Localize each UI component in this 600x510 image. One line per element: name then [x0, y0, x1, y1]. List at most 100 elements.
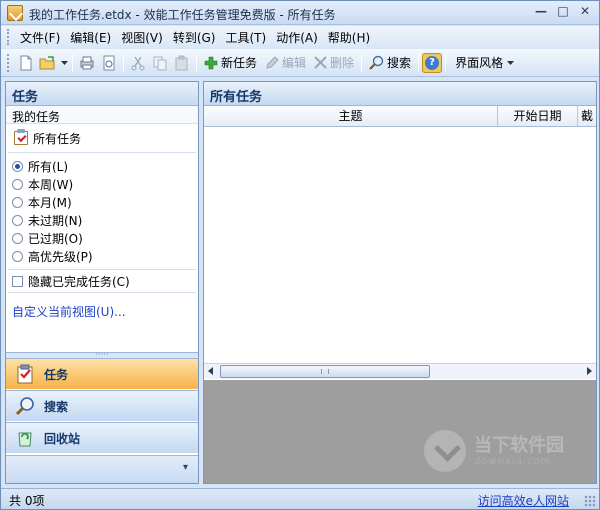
filter-label: 本月(M)	[28, 195, 72, 210]
filter-radio-all[interactable]	[12, 160, 23, 172]
new-task-button[interactable]: 新任务	[200, 52, 261, 74]
menu-edit[interactable]: 编辑(E)	[65, 27, 116, 48]
column-header-start-date[interactable]: 开始日期	[498, 106, 578, 126]
print-icon[interactable]	[76, 52, 98, 74]
new-task-label: 新任务	[221, 56, 258, 70]
nav-recycle-label: 回收站	[44, 431, 81, 446]
delete-button[interactable]: 删除	[310, 52, 358, 74]
filter-label: 高优先级(P)	[28, 249, 93, 264]
filter-label: 未过期(N)	[28, 213, 83, 228]
print-preview-icon[interactable]	[98, 52, 120, 74]
filter-label: 所有(L)	[28, 159, 69, 174]
ui-style-dropdown[interactable]: 界面风格	[449, 52, 520, 74]
add-icon	[204, 56, 218, 69]
hide-completed-option[interactable]: 隐藏已完成任务(C)	[6, 270, 198, 292]
close-button[interactable]: ✕	[575, 4, 595, 21]
copy-icon[interactable]	[149, 52, 171, 74]
column-header-subject[interactable]: 主题	[204, 106, 498, 126]
filter-option[interactable]: 本周(W)	[12, 175, 198, 193]
open-folder-icon[interactable]	[37, 52, 59, 74]
app-window: 我的工作任务.etdx - 效能工作任务管理免费版 - 所有任务 — □ ✕ 文…	[0, 0, 600, 510]
menu-actions[interactable]: 动作(A)	[271, 27, 323, 48]
filter-radio-high-priority[interactable]	[12, 250, 23, 262]
app-logo-icon	[7, 5, 23, 21]
filter-radio-group: 所有(L) 本周(W) 本月(M) 未过期(N) 已过期(O) 高优先级(P)	[6, 153, 198, 269]
scrollbar-thumb[interactable]	[220, 365, 430, 378]
window-title: 我的工作任务.etdx - 效能工作任务管理免费版 - 所有任务	[29, 8, 336, 22]
filter-radio-this-week[interactable]	[12, 178, 23, 190]
search-icon	[14, 395, 36, 417]
task-grid-header: 主题 开始日期 截	[204, 106, 596, 127]
menu-bar: 文件(F) 编辑(E) 视图(V) 转到(G) 工具(T) 动作(A) 帮助(H…	[1, 26, 599, 48]
scroll-left-icon[interactable]	[208, 367, 213, 375]
open-dropdown-arrow-icon[interactable]	[59, 52, 69, 74]
menu-view[interactable]: 视图(V)	[116, 27, 168, 48]
status-bar: 共 0项 访问高效e人网站	[1, 488, 599, 509]
filter-option[interactable]: 高优先级(P)	[12, 247, 198, 265]
nav-recycle-bin-button[interactable]: 回收站	[6, 422, 198, 453]
delete-label: 删除	[330, 56, 355, 70]
horizontal-scrollbar[interactable]	[204, 363, 596, 379]
menu-help[interactable]: 帮助(H)	[323, 27, 375, 48]
recycle-bin-icon	[14, 427, 36, 449]
filter-option[interactable]: 未过期(N)	[12, 211, 198, 229]
task-list-pane: 所有任务 主题 开始日期 截 当下软件园 downxia.com	[203, 81, 597, 484]
nav-configure-button[interactable]: ▾	[6, 455, 198, 483]
menu-grip[interactable]	[7, 29, 11, 45]
new-file-icon[interactable]	[15, 52, 37, 74]
scroll-right-icon[interactable]	[587, 367, 592, 375]
nav-tasks-button[interactable]: 任务	[6, 358, 198, 389]
maximize-button[interactable]: □	[553, 4, 573, 21]
search-label: 搜索	[387, 56, 412, 70]
search-button[interactable]: 搜索	[365, 52, 415, 74]
toolbar-grip[interactable]	[7, 53, 11, 72]
filter-option[interactable]: 所有(L)	[12, 157, 198, 175]
paste-icon[interactable]	[171, 52, 193, 74]
delete-x-icon	[314, 56, 327, 69]
toolbar-separator	[418, 53, 420, 72]
watermark-subtitle: downxia.com	[474, 455, 552, 467]
filter-label: 本周(W)	[28, 177, 74, 192]
filter-radio-overdue[interactable]	[12, 232, 23, 244]
filter-label: 已过期(O)	[28, 231, 83, 246]
menu-file[interactable]: 文件(F)	[15, 27, 65, 48]
hide-completed-label: 隐藏已完成任务(C)	[28, 274, 130, 289]
toolbar-separator	[196, 53, 197, 72]
task-grid-body[interactable]	[204, 128, 596, 363]
watermark-title: 当下软件园	[474, 434, 564, 456]
toolbar-separator	[361, 53, 363, 72]
filter-radio-not-overdue[interactable]	[12, 214, 23, 226]
filter-radio-this-month[interactable]	[12, 196, 23, 208]
menu-tools[interactable]: 工具(T)	[220, 27, 271, 48]
title-bar: 我的工作任务.etdx - 效能工作任务管理免费版 - 所有任务 — □ ✕	[1, 1, 599, 25]
watermark: 当下软件园 downxia.com	[424, 430, 564, 472]
filter-option[interactable]: 本月(M)	[12, 193, 198, 211]
help-button[interactable]: ?	[422, 52, 443, 73]
menu-goto[interactable]: 转到(G)	[168, 27, 221, 48]
edit-label: 编辑	[282, 56, 307, 70]
task-list-title: 所有任务	[204, 82, 596, 106]
chevron-down-icon	[507, 60, 515, 65]
edit-button[interactable]: 编辑	[261, 52, 310, 74]
hide-completed-checkbox[interactable]	[12, 275, 23, 287]
all-tasks-label: 所有任务	[33, 131, 82, 146]
nav-search-button[interactable]: 搜索	[6, 390, 198, 421]
visit-website-link[interactable]: 访问高效e人网站	[478, 492, 569, 509]
customize-view-link[interactable]: 自定义当前视图(U)...	[6, 293, 198, 320]
window-controls: — □ ✕	[531, 4, 595, 21]
toolbar: 新任务 编辑 删除 搜索 ? 界面风格	[1, 49, 599, 77]
resize-grip-icon[interactable]	[584, 495, 596, 507]
cut-icon[interactable]	[127, 52, 149, 74]
minimize-button[interactable]: —	[531, 4, 551, 21]
toolbar-separator	[72, 53, 73, 72]
folder-all-tasks[interactable]: 所有任务	[10, 126, 194, 150]
help-icon: ?	[425, 55, 440, 70]
nav-search-label: 搜索	[44, 399, 69, 414]
search-icon	[369, 55, 384, 70]
item-count: 共 0项	[9, 494, 45, 508]
column-header-due[interactable]: 截	[578, 106, 596, 126]
task-preview-area: 当下软件园 downxia.com	[204, 380, 596, 483]
filter-option[interactable]: 已过期(O)	[12, 229, 198, 247]
watermark-text-group: 当下软件园 downxia.com	[474, 434, 564, 467]
task-clipboard-icon	[14, 363, 36, 385]
